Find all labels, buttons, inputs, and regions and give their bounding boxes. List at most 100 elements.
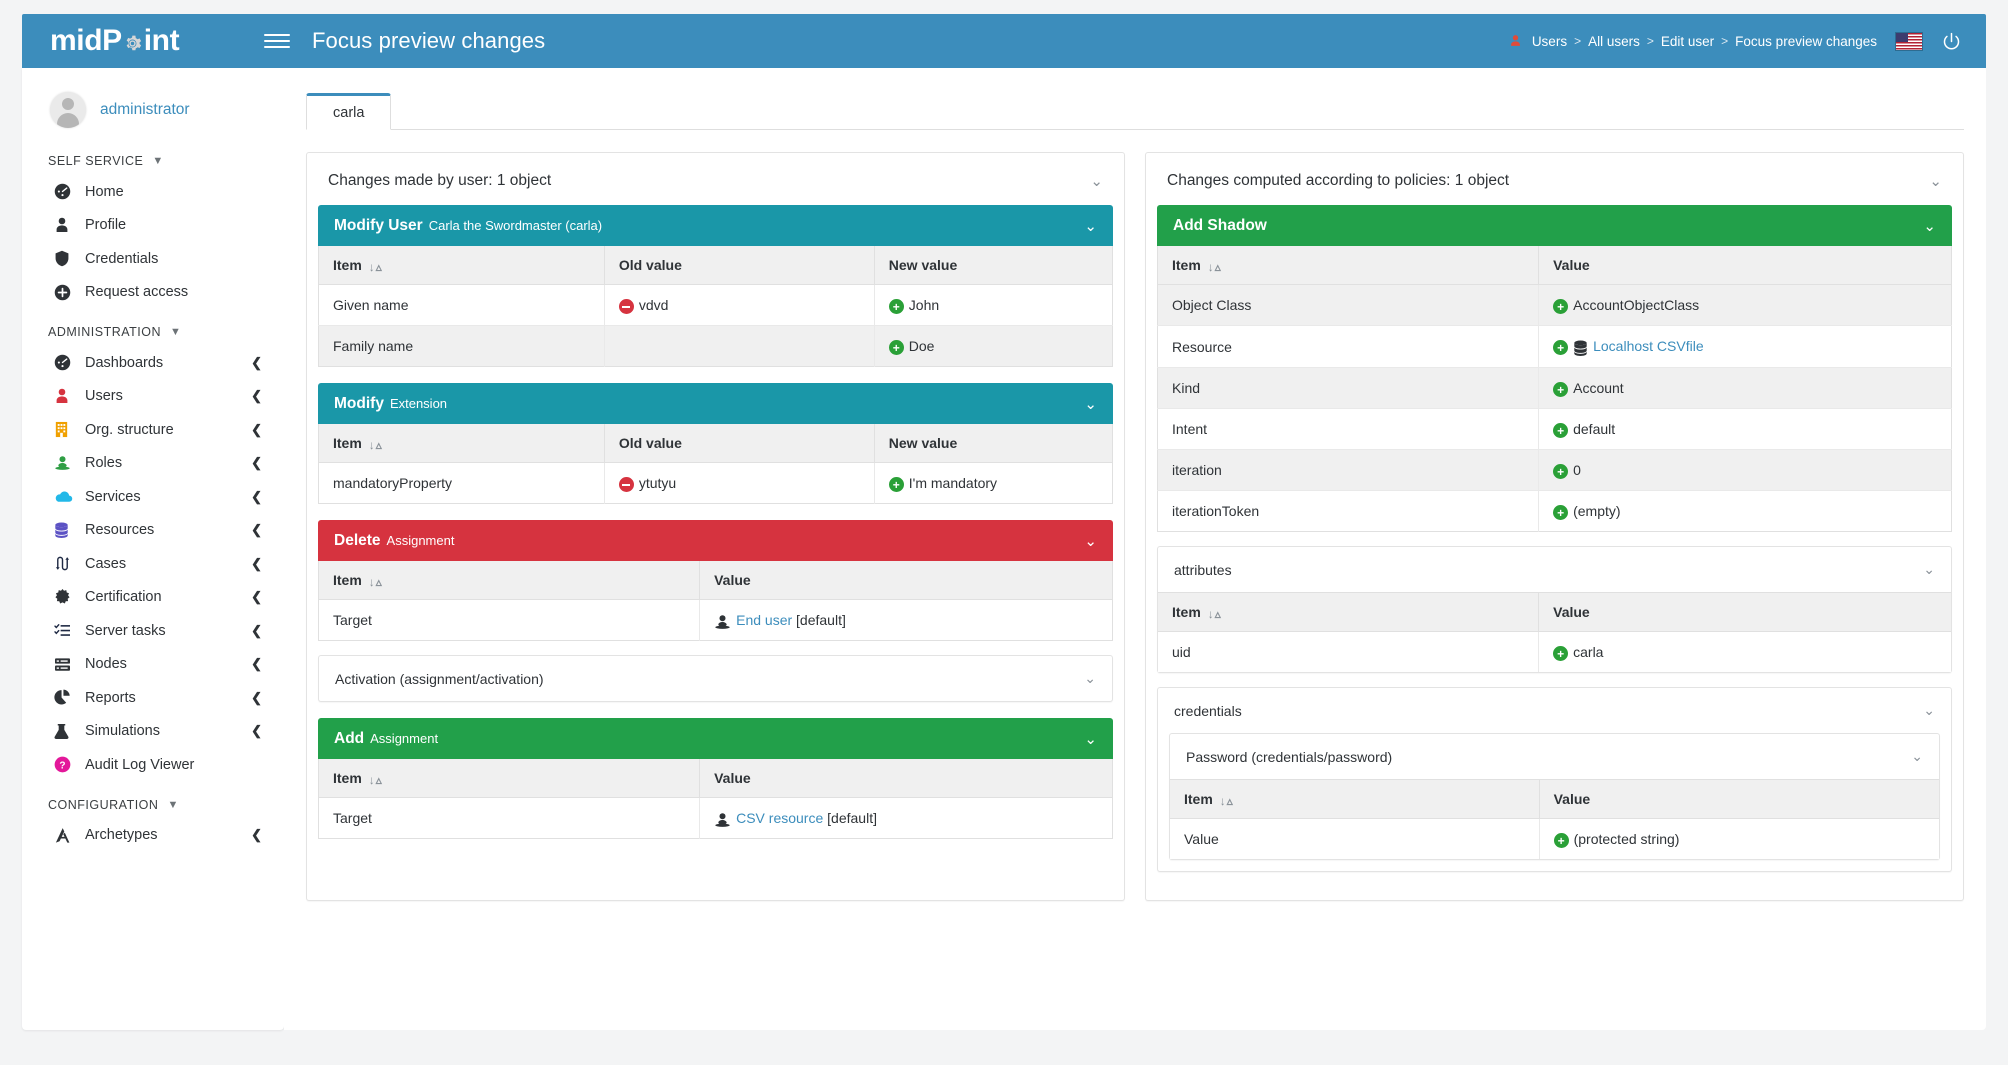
chevron-left-icon[interactable]: ❮ bbox=[251, 723, 262, 739]
column-header-value[interactable]: Value bbox=[700, 759, 1113, 798]
sidebar-item-certification[interactable]: Certification❮ bbox=[22, 581, 284, 615]
value-text: 0 bbox=[1573, 462, 1581, 478]
value-link[interactable]: End user bbox=[736, 612, 792, 628]
collapsible-header[interactable]: Activation (assignment/activation)⌄ bbox=[319, 656, 1112, 701]
sort-icon[interactable]: ↓​ ▵ bbox=[369, 575, 382, 589]
chevron-left-icon[interactable]: ❮ bbox=[251, 422, 262, 438]
sidebar-username[interactable]: administrator bbox=[100, 101, 190, 119]
tab-carla[interactable]: carla bbox=[306, 93, 391, 130]
chevron-down-icon[interactable]: ▼ bbox=[152, 155, 163, 167]
column-header-item[interactable]: Item↓​ ▵ bbox=[1170, 780, 1539, 819]
column-header-item[interactable]: Item↓​ ▵ bbox=[319, 246, 605, 285]
sidebar-item-audit-log-viewer[interactable]: ?Audit Log Viewer bbox=[22, 748, 284, 782]
value-link[interactable]: Localhost CSVfile bbox=[1593, 338, 1704, 354]
breadcrumb-item-users[interactable]: Users bbox=[1532, 34, 1567, 49]
logout-power-icon[interactable] bbox=[1941, 31, 1962, 52]
value-link[interactable]: CSV resource bbox=[736, 810, 823, 826]
sidebar-item-resources[interactable]: Resources❮ bbox=[22, 514, 284, 548]
column-header-item[interactable]: Item↓​ ▵ bbox=[1158, 246, 1539, 285]
column-header-item[interactable]: Item↓​ ▵ bbox=[1158, 593, 1539, 632]
column-header-item[interactable]: Item↓​ ▵ bbox=[319, 561, 700, 600]
sidebar-item-users[interactable]: Users❮ bbox=[22, 380, 284, 414]
chevron-left-icon[interactable]: ❮ bbox=[251, 623, 262, 639]
chevron-left-icon[interactable]: ❮ bbox=[251, 589, 262, 605]
sort-icon[interactable]: ↓​ ▵ bbox=[1208, 607, 1221, 621]
chevron-left-icon[interactable]: ❮ bbox=[251, 388, 262, 404]
sort-icon[interactable]: ↓​ ▵ bbox=[369, 773, 382, 787]
sort-icon[interactable]: ↓​ ▵ bbox=[1208, 260, 1221, 274]
sidebar-item-reports[interactable]: Reports❮ bbox=[22, 681, 284, 715]
collapsible-header[interactable]: attributes⌄ bbox=[1158, 547, 1951, 592]
change-box-header[interactable]: Modify UserCarla the Swordmaster (carla)… bbox=[318, 205, 1113, 246]
chevron-left-icon[interactable]: ❮ bbox=[251, 827, 262, 843]
change-box-header[interactable]: Add Shadow⌄ bbox=[1157, 205, 1952, 246]
sidebar-item-services[interactable]: Services❮ bbox=[22, 480, 284, 514]
column-header-value[interactable]: Value bbox=[1539, 246, 1952, 285]
sidebar-section-header[interactable]: CONFIGURATION▼ bbox=[22, 782, 284, 819]
chevron-down-icon[interactable]: ⌄ bbox=[1084, 730, 1097, 748]
collapsible-header[interactable]: Password (credentials/password)⌄ bbox=[1170, 734, 1939, 779]
sidebar-item-home[interactable]: Home bbox=[22, 175, 284, 209]
sidebar-item-nodes[interactable]: Nodes❮ bbox=[22, 648, 284, 682]
chevron-down-icon[interactable]: ⌄ bbox=[1923, 217, 1936, 235]
sidebar-section-header[interactable]: SELF SERVICE▼ bbox=[22, 138, 284, 175]
breadcrumb-item-focus-preview-changes[interactable]: Focus preview changes bbox=[1735, 34, 1877, 49]
collapsible-header[interactable]: credentials⌄ bbox=[1158, 688, 1951, 733]
chevron-left-icon[interactable]: ❮ bbox=[251, 455, 262, 471]
column-header-new-value[interactable]: New value bbox=[874, 246, 1112, 285]
column-header-old-value[interactable]: Old value bbox=[604, 424, 874, 463]
chevron-left-icon[interactable]: ❮ bbox=[251, 489, 262, 505]
column-header-new-value[interactable]: New value bbox=[874, 424, 1112, 463]
collapsible-credentials-panel: credentials⌄Password (credentials/passwo… bbox=[1157, 687, 1952, 872]
chevron-down-icon[interactable]: ⌄ bbox=[1084, 217, 1097, 235]
chevron-down-icon[interactable]: ⌄ bbox=[1090, 172, 1103, 190]
sidebar-item-credentials[interactable]: Credentials bbox=[22, 242, 284, 276]
column-header-value[interactable]: Value bbox=[700, 561, 1113, 600]
sidebar-section-header[interactable]: ADMINISTRATION▼ bbox=[22, 309, 284, 346]
chevron-down-icon[interactable]: ⌄ bbox=[1084, 670, 1096, 687]
sidebar-user-panel[interactable]: administrator bbox=[22, 82, 284, 138]
sidebar-item-archetypes[interactable]: Archetypes❮ bbox=[22, 819, 284, 853]
chevron-left-icon[interactable]: ❮ bbox=[251, 522, 262, 538]
column-header-label: Value bbox=[714, 770, 751, 786]
sort-icon[interactable]: ↓​ ▵ bbox=[369, 260, 382, 274]
sidebar-item-dashboards[interactable]: Dashboards❮ bbox=[22, 346, 284, 380]
chevron-down-icon[interactable]: ⌄ bbox=[1923, 561, 1935, 578]
column-header-value[interactable]: Value bbox=[1539, 593, 1951, 632]
chevron-left-icon[interactable]: ❮ bbox=[251, 355, 262, 371]
sidebar-item-profile[interactable]: Profile bbox=[22, 209, 284, 243]
chevron-down-icon[interactable]: ▼ bbox=[167, 799, 178, 811]
chevron-left-icon[interactable]: ❮ bbox=[251, 656, 262, 672]
sidebar-item-request-access[interactable]: Request access bbox=[22, 276, 284, 310]
sort-icon[interactable]: ↓​ ▵ bbox=[369, 438, 382, 452]
change-box-header[interactable]: DeleteAssignment⌄ bbox=[318, 520, 1113, 561]
chevron-down-icon[interactable]: ⌄ bbox=[1929, 172, 1942, 190]
column-header-value[interactable]: Value bbox=[1539, 780, 1939, 819]
language-flag-icon[interactable] bbox=[1895, 32, 1923, 51]
chevron-down-icon[interactable]: ⌄ bbox=[1084, 395, 1097, 413]
breadcrumb-item-all-users[interactable]: All users bbox=[1588, 34, 1640, 49]
left-panel-header[interactable]: Changes made by user: 1 object ⌄ bbox=[318, 163, 1113, 205]
chevron-down-icon[interactable]: ▼ bbox=[170, 326, 181, 338]
sidebar-item-server-tasks[interactable]: Server tasks❮ bbox=[22, 614, 284, 648]
chevron-down-icon[interactable]: ⌄ bbox=[1923, 702, 1935, 719]
change-box-header[interactable]: AddAssignment⌄ bbox=[318, 718, 1113, 759]
chevron-down-icon[interactable]: ⌄ bbox=[1911, 748, 1923, 765]
chevron-left-icon[interactable]: ❮ bbox=[251, 556, 262, 572]
sidebar-item-roles[interactable]: Roles❮ bbox=[22, 447, 284, 481]
column-header-item[interactable]: Item↓​ ▵ bbox=[319, 424, 605, 463]
chevron-left-icon[interactable]: ❮ bbox=[251, 690, 262, 706]
sidebar-item-cases[interactable]: Cases❮ bbox=[22, 547, 284, 581]
right-panel-header[interactable]: Changes computed according to policies: … bbox=[1157, 163, 1952, 205]
column-header-item[interactable]: Item↓​ ▵ bbox=[319, 759, 700, 798]
column-header-old-value[interactable]: Old value bbox=[604, 246, 874, 285]
breadcrumb-item-edit-user[interactable]: Edit user bbox=[1661, 34, 1714, 49]
change-box-header[interactable]: ModifyExtension⌄ bbox=[318, 383, 1113, 424]
sidebar-item-org-structure[interactable]: Org. structure❮ bbox=[22, 413, 284, 447]
menu-toggle-icon[interactable] bbox=[264, 28, 290, 54]
sidebar-item-label: Cases bbox=[85, 556, 251, 572]
sidebar-item-simulations[interactable]: Simulations❮ bbox=[22, 715, 284, 749]
app-logo[interactable]: midPint bbox=[22, 24, 242, 58]
chevron-down-icon[interactable]: ⌄ bbox=[1084, 532, 1097, 550]
sort-icon[interactable]: ↓​ ▵ bbox=[1220, 794, 1233, 808]
